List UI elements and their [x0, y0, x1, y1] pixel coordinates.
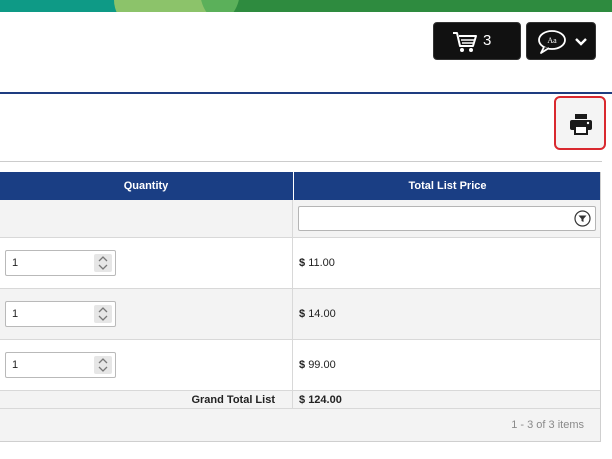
- table-row: 1 $ 11.00: [0, 238, 600, 289]
- cart-button[interactable]: 3: [433, 22, 521, 60]
- price-value: 11.00: [308, 257, 335, 269]
- pager: 1 - 3 of 3 items: [0, 409, 600, 442]
- quantity-value: 1: [12, 359, 19, 371]
- cell-divider: [292, 391, 293, 409]
- section-divider: [0, 161, 602, 162]
- price-value: 99.00: [308, 359, 336, 371]
- grand-total-amount: 124.00: [308, 394, 342, 406]
- cell-divider: [292, 340, 293, 390]
- quantity-stepper[interactable]: 1: [5, 352, 116, 378]
- row-price: $ 14.00: [299, 308, 336, 320]
- printer-icon: [570, 114, 592, 135]
- table-row: 1 $ 99.00: [0, 340, 600, 391]
- cart-count: 3: [483, 32, 492, 49]
- cell-divider: [292, 200, 293, 238]
- filter-row: [0, 200, 600, 238]
- pager-info: 1 - 3 of 3 items: [511, 419, 584, 431]
- price-filter-input[interactable]: [298, 206, 596, 231]
- language-button[interactable]: Aa: [526, 22, 596, 60]
- grid-header: Quantity Total List Price: [0, 172, 600, 200]
- quantity-value: 1: [12, 308, 19, 320]
- grand-total-row: Grand Total List $ 124.00: [0, 391, 600, 409]
- row-price: $ 11.00: [299, 257, 335, 269]
- print-button[interactable]: [554, 96, 606, 150]
- row-price: $ 99.00: [299, 359, 336, 371]
- header-divider: [0, 92, 612, 94]
- cell-divider: [292, 238, 293, 288]
- top-banner: [0, 0, 612, 12]
- currency-symbol: $: [299, 257, 306, 269]
- spinner-icon[interactable]: [94, 305, 112, 323]
- quantity-stepper[interactable]: 1: [5, 301, 116, 327]
- grand-total-value: $ 124.00: [299, 394, 342, 406]
- spinner-icon[interactable]: [94, 356, 112, 374]
- column-header-total-list-price[interactable]: Total List Price: [293, 172, 601, 200]
- spinner-icon[interactable]: [94, 254, 112, 272]
- grand-total-label: Grand Total List: [191, 394, 275, 406]
- currency-symbol: $: [299, 394, 306, 406]
- cart-icon: [453, 32, 477, 52]
- table-row: 1 $ 14.00: [0, 289, 600, 340]
- column-header-quantity[interactable]: Quantity: [0, 172, 292, 200]
- cell-divider: [292, 289, 293, 339]
- banner-teal-band: [0, 0, 130, 12]
- quantity-stepper[interactable]: 1: [5, 250, 116, 276]
- currency-symbol: $: [299, 308, 306, 320]
- quantity-value: 1: [12, 257, 19, 269]
- currency-symbol: $: [299, 359, 306, 371]
- page: 3 Aa Quantity Total List Price 1 $ 11.00…: [0, 0, 612, 459]
- chevron-down-icon: [575, 38, 587, 46]
- banner-mid-arc: [200, 0, 240, 12]
- language-bubble-icon: Aa: [538, 30, 566, 54]
- language-icon-text: Aa: [547, 36, 557, 45]
- cart-grid: Quantity Total List Price 1 $ 11.00 1 $ …: [0, 172, 601, 442]
- filter-icon[interactable]: [574, 210, 591, 227]
- price-value: 14.00: [308, 308, 336, 320]
